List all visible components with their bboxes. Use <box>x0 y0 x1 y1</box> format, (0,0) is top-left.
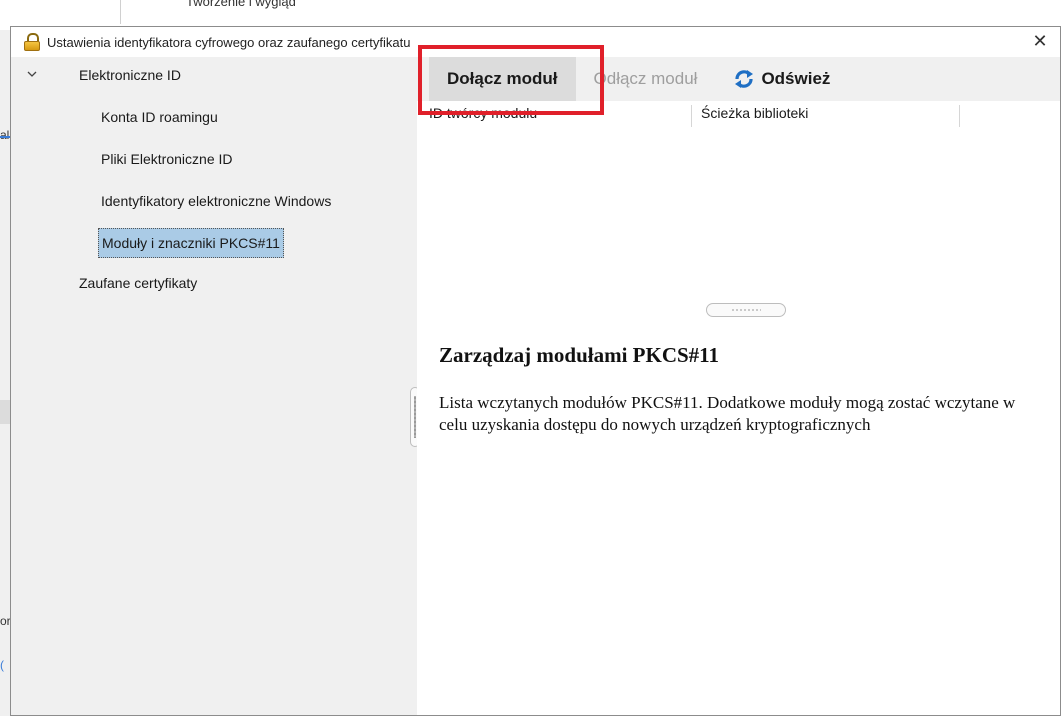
settings-tree: Elektroniczne ID Konta ID roamingu Pliki… <box>11 57 420 715</box>
tree-item-id-files[interactable]: Pliki Elektroniczne ID <box>101 151 233 167</box>
module-pane: Dołącz moduł Odłącz moduł Odśwież ID twó… <box>417 57 1060 715</box>
lock-icon <box>23 33 41 51</box>
column-module-creator-id[interactable]: ID twórcy modułu <box>429 105 692 127</box>
horizontal-splitter-handle[interactable] <box>706 303 786 317</box>
chevron-down-icon[interactable] <box>27 69 37 79</box>
column-label: Ścieżka biblioteki <box>701 105 809 121</box>
close-button[interactable]: ✕ <box>1030 31 1050 51</box>
tree-item-electronic-id[interactable]: Elektroniczne ID <box>79 67 181 83</box>
tree-item-roaming-accounts[interactable]: Konta ID roamingu <box>101 109 218 125</box>
column-label: ID twórcy modułu <box>429 105 538 121</box>
tree-item-pkcs11-modules[interactable]: Moduły i znaczniki PKCS#11 <box>98 228 284 258</box>
module-toolbar: Dołącz moduł Odłącz moduł Odśwież <box>417 57 1060 101</box>
background-fragment: ( <box>0 658 4 672</box>
background-fragment: al <box>0 128 10 142</box>
refresh-label: Odśwież <box>761 69 831 88</box>
info-heading: Zarządzaj modułami PKCS#11 <box>439 343 720 367</box>
divider <box>0 136 10 138</box>
refresh-icon <box>735 70 754 88</box>
certificate-settings-dialog: Ustawienia identyfikatora cyfrowego oraz… <box>10 26 1061 716</box>
info-description: Lista wczytanych modułów PKCS#11. Dodatk… <box>439 393 1016 434</box>
background-block <box>0 400 10 424</box>
background-tab-label: Tworzenie i wygląd <box>186 0 296 9</box>
refresh-button[interactable]: Odśwież <box>715 57 848 101</box>
modules-table-header: ID twórcy modułu Ścieżka biblioteki <box>417 101 1060 129</box>
info-panel: Zarządzaj modułami PKCS#11 Lista wczytan… <box>439 325 1039 436</box>
tree-item-windows-ids[interactable]: Identyfikatory elektroniczne Windows <box>101 193 331 209</box>
dialog-titlebar: Ustawienia identyfikatora cyfrowego oraz… <box>11 27 1060 57</box>
modules-table-body[interactable] <box>417 129 1060 309</box>
divider <box>120 0 121 24</box>
attach-module-button[interactable]: Dołącz moduł <box>429 57 576 101</box>
column-library-path[interactable]: Ścieżka biblioteki <box>701 105 960 127</box>
detach-module-button[interactable]: Odłącz moduł <box>576 57 716 101</box>
dialog-title: Ustawienia identyfikatora cyfrowego oraz… <box>47 34 411 50</box>
tree-item-trusted-certificates[interactable]: Zaufane certyfikaty <box>79 275 197 291</box>
